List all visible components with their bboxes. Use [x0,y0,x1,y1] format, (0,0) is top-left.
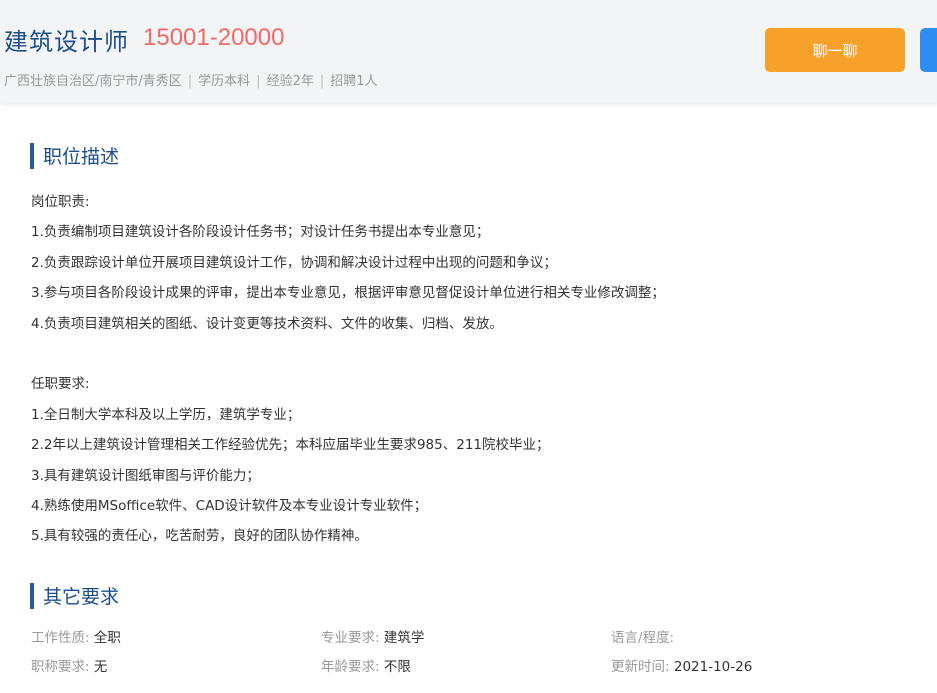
section-other-requirements: 其它要求 [30,582,119,609]
update-time: 更新时间: 2021-10-26 [611,655,752,675]
job-education: 学历本科 [198,74,251,89]
field-value: 无 [93,659,108,675]
field-value: 建筑学 [383,630,425,646]
language-level: 语言/程度: [611,626,674,646]
field-label: 更新时间: [611,659,670,675]
field-label: 职称要求: [31,659,90,675]
field-value: 不限 [383,659,411,675]
section-job-description: 职位描述 [30,142,119,169]
duty-item: 3.参与项目各阶段设计成果的评审，提出本专业意见，根据评审意见督促设计单位进行相… [31,285,665,302]
title-requirement: 职称要求: 无 [31,655,107,675]
requirement-item: 5.具有较强的责任心，吃苦耐劳，良好的团队协作精神。 [31,528,368,545]
duty-item: 1.负责编制项目建筑设计各阶段设计任务书；对设计任务书提出本专业意见； [31,224,490,241]
duty-item: 4.负责项目建筑相关的图纸、设计变更等技术资料、文件的收集、归档、发放。 [31,315,503,332]
field-label: 语言/程度: [611,630,675,646]
section-marker [30,142,34,169]
other-requirements-grid: 工作性质: 全职 专业要求: 建筑学 语言/程度: 职称要求: 无 年龄要求: … [31,626,911,684]
meta-separator: | [187,74,193,89]
requirement-item: 1.全日制大学本科及以上学历，建筑学专业； [31,406,301,423]
job-location: 广西壮族自治区/南宁市/青秀区 [4,74,182,89]
field-label: 工作性质: [31,630,90,646]
meta-separator: | [256,74,261,89]
job-title: 建筑设计师 [4,28,129,56]
major-requirement: 专业要求: 建筑学 [321,626,424,646]
section-title: 职位描述 [43,146,120,168]
requirement-row: 职称要求: 无 年龄要求: 不限 更新时间: 2021-10-26 [31,655,911,684]
chat-button[interactable]: 聊一聊 [765,28,905,72]
age-requirement: 年龄要求: 不限 [321,655,411,675]
requirements-heading: 任职要求: [31,376,90,393]
requirement-item: 3.具有建筑设计图纸审图与评价能力； [31,467,260,484]
field-value: 2021-10-26 [673,659,753,675]
job-hiring-count: 招聘1人 [330,74,378,89]
job-experience: 经验2年 [266,74,314,89]
meta-separator: | [319,74,325,89]
job-header: 建筑设计师 15001-20000 广西壮族自治区/南宁市/青秀区 | 学历本科 | 经… [0,0,937,103]
requirement-item: 2.2年以上建筑设计管理相关工作经验优先；本科应届毕业生要求985、211院校毕… [31,437,550,454]
job-meta: 广西壮族自治区/南宁市/青秀区 | 学历本科 | 经验2年 | 招聘1人 [4,70,378,89]
duty-item: 2.负责跟踪设计单位开展项目建筑设计工作，协调和解决设计过程中出现的问题和争议； [31,254,557,271]
section-marker [30,582,34,609]
field-label: 年龄要求: [321,659,380,675]
job-type: 工作性质: 全职 [31,626,121,646]
apply-button[interactable] [920,28,937,72]
field-value: 全职 [93,630,121,646]
section-title: 其它要求 [43,586,120,608]
requirement-item: 4.熟练使用MSoffice软件、CAD设计软件及本专业设计专业软件； [31,498,428,515]
requirement-row: 工作性质: 全职 专业要求: 建筑学 语言/程度: [31,626,911,655]
job-description: 岗位职责: 1.负责编制项目建筑设计各阶段设计任务书；对设计任务书提出本专业意见… [31,187,911,552]
duties-heading: 岗位职责: [31,194,90,210]
field-label: 专业要求: [321,630,380,646]
salary-range: 15001-20000 [143,24,285,51]
